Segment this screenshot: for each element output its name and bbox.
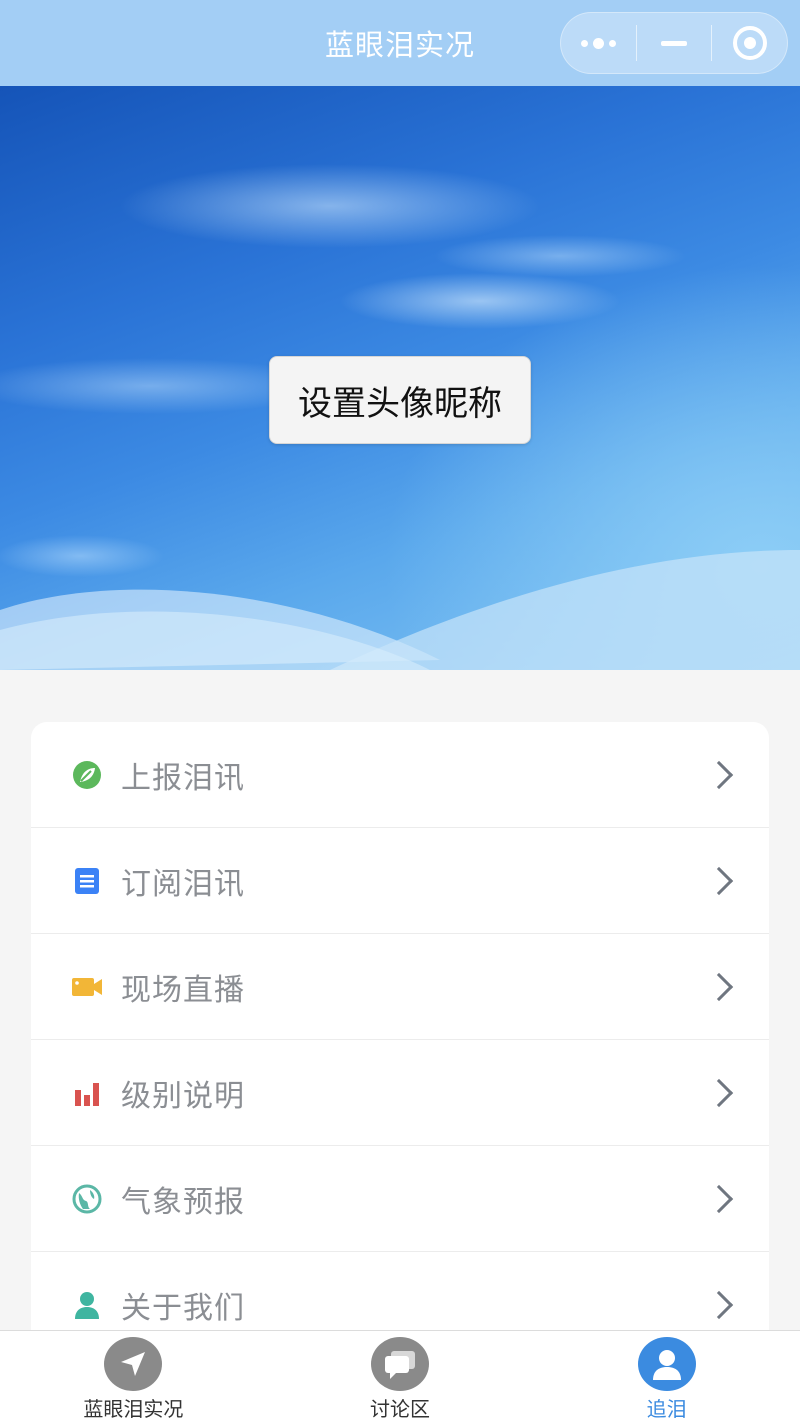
menu-item-label: 现场直播	[121, 972, 245, 1008]
chevron-right-icon	[704, 1184, 734, 1213]
hero-banner: 设置头像昵称	[0, 86, 800, 670]
chevron-right-icon	[704, 972, 734, 1001]
menu-item-label: 级别说明	[121, 1078, 245, 1114]
chevron-right-icon	[704, 1290, 734, 1319]
chevron-right-icon	[704, 866, 734, 895]
page-title: 蓝眼泪实况	[324, 28, 475, 62]
bottom-tabbar: 蓝眼泪实况 讨论区 追泪	[0, 1330, 800, 1422]
set-avatar-nickname-button[interactable]: 设置头像昵称	[269, 356, 531, 444]
menu-item-weather[interactable]: 气象预报	[31, 1146, 769, 1252]
menu-card: 上报泪讯 订阅泪讯 现场直播 级别说明 气象预报 关于我们	[31, 722, 769, 1422]
menu-item-label: 气象预报	[121, 1184, 245, 1220]
tab-label: 追泪	[646, 1397, 687, 1421]
globe-icon	[71, 1183, 103, 1215]
report-leaf-icon	[71, 759, 103, 791]
menu-item-live[interactable]: 现场直播	[31, 934, 769, 1040]
close-button[interactable]	[712, 13, 787, 73]
menu-item-label: 上报泪讯	[121, 760, 245, 796]
top-navbar: 蓝眼泪实况	[0, 0, 800, 86]
minus-icon	[661, 40, 687, 46]
user-profile-icon	[637, 1337, 696, 1391]
menu-item-report[interactable]: 上报泪讯	[31, 722, 769, 828]
bar-chart-icon	[71, 1077, 103, 1109]
tab-discussion[interactable]: 讨论区	[267, 1331, 534, 1422]
target-circle-icon	[732, 26, 767, 60]
tab-label: 蓝眼泪实况	[83, 1397, 184, 1421]
chevron-right-icon	[704, 760, 734, 789]
minimize-button[interactable]	[637, 13, 712, 73]
menu-item-label: 订阅泪讯	[121, 866, 245, 902]
menu-item-subscribe[interactable]: 订阅泪讯	[31, 828, 769, 934]
miniprogram-capsule	[560, 12, 788, 74]
subscribe-list-icon	[71, 865, 103, 897]
tab-live-status[interactable]: 蓝眼泪实况	[0, 1331, 267, 1422]
person-icon	[71, 1289, 103, 1321]
more-button[interactable]	[561, 13, 636, 73]
tab-label: 讨论区	[370, 1397, 430, 1421]
wave-decoration	[0, 550, 800, 670]
video-camera-icon	[71, 971, 103, 1003]
menu-item-label: 关于我们	[121, 1290, 245, 1326]
navigation-arrow-icon	[104, 1337, 163, 1391]
menu-item-levels[interactable]: 级别说明	[31, 1040, 769, 1146]
chevron-right-icon	[704, 1078, 734, 1107]
more-dots-icon	[580, 37, 616, 49]
chat-bubble-icon	[371, 1337, 429, 1391]
tab-profile[interactable]: 追泪	[533, 1331, 800, 1422]
